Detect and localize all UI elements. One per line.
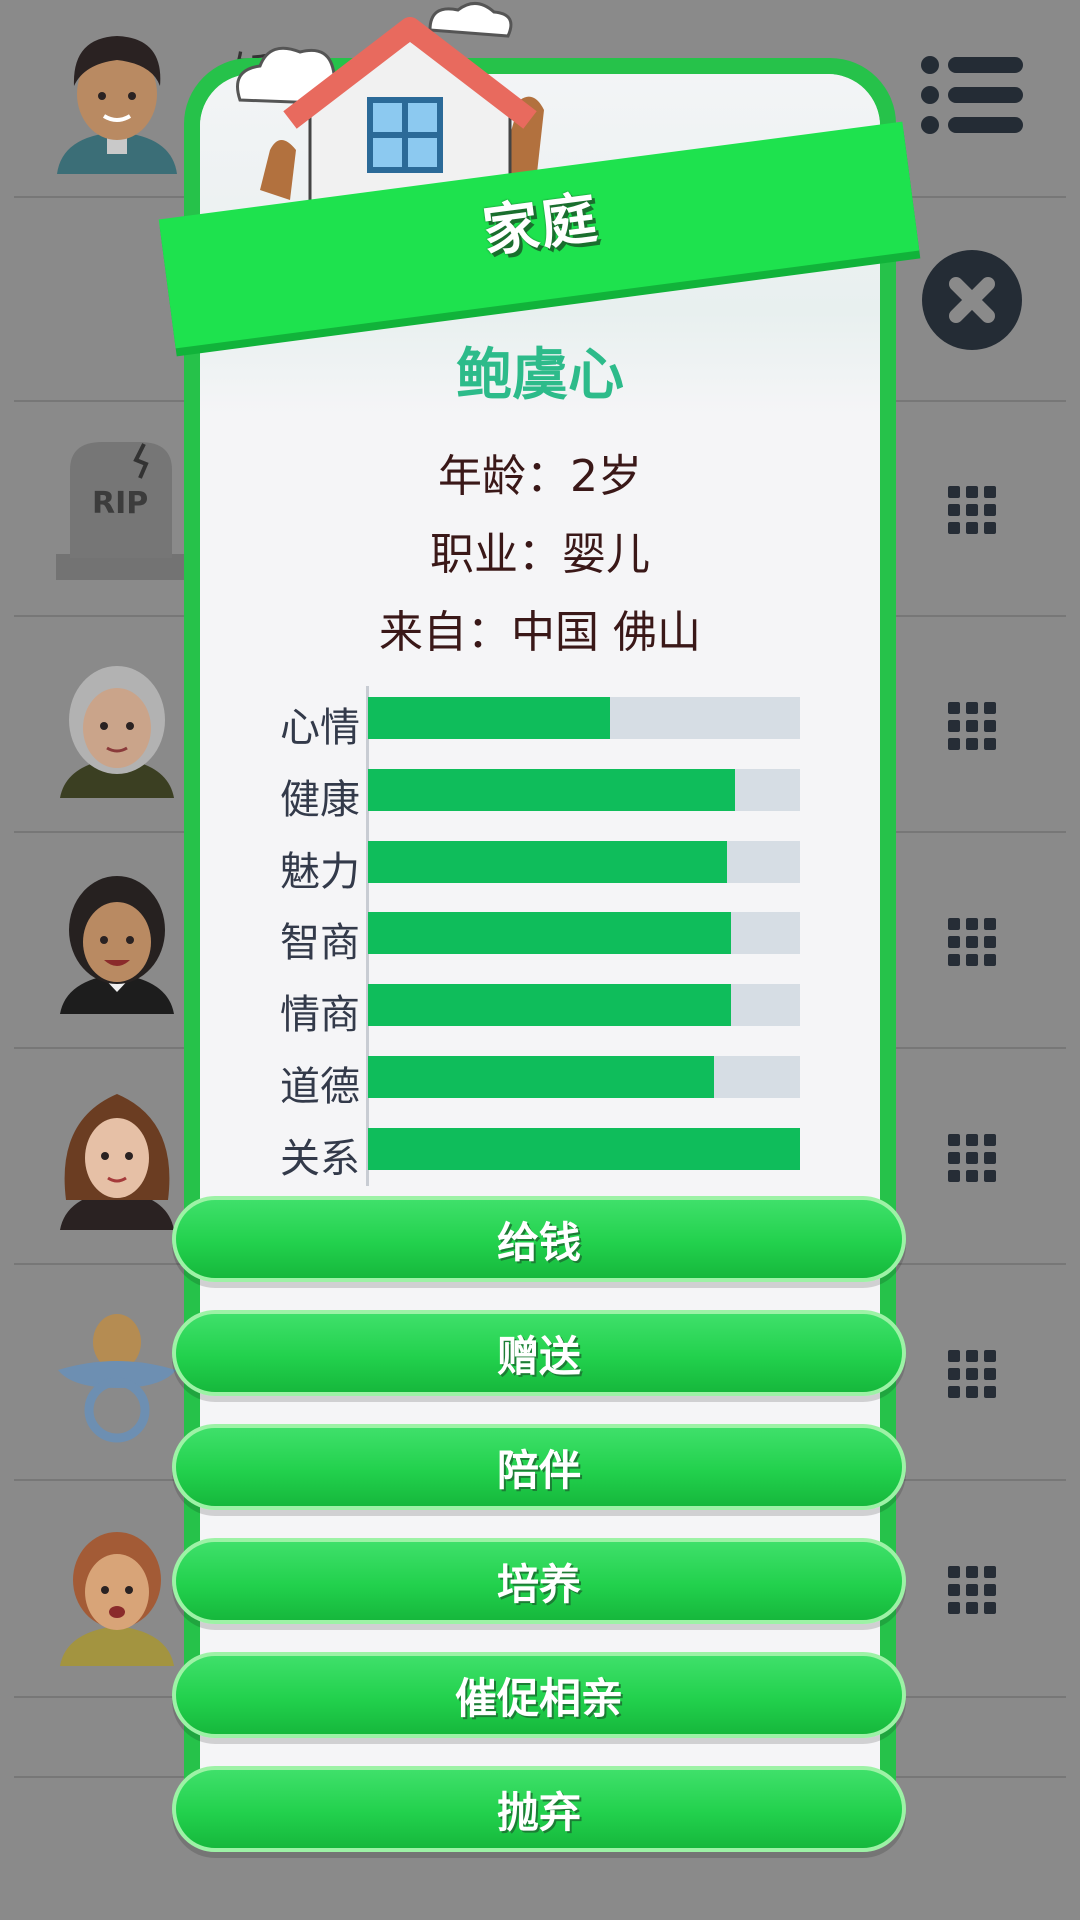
woman-avatar[interactable] <box>52 1080 182 1230</box>
origin-info: 来自：中国 佛山 <box>379 607 701 658</box>
action-button[interactable]: 催促相亲 <box>172 1652 906 1738</box>
stat-bar-fill <box>368 1127 800 1170</box>
stat-bar-track <box>368 840 800 883</box>
stat-bar-track <box>368 984 800 1027</box>
stat-label: 魅力 <box>280 848 360 895</box>
stat-bar-track <box>368 912 800 955</box>
close-button[interactable] <box>922 250 1022 350</box>
stat-bar-fill <box>368 912 731 955</box>
stat-label: 智商 <box>280 920 360 967</box>
stat-bar-track <box>368 1127 800 1170</box>
stat-label: 健康 <box>280 776 360 823</box>
grid-menu-icon[interactable] <box>948 486 998 536</box>
action-button-label: 催促相亲 <box>454 1673 623 1723</box>
action-button[interactable]: 赠送 <box>172 1310 906 1396</box>
action-button[interactable]: 培养 <box>172 1538 906 1624</box>
person-name: 鲍虞心 <box>456 343 624 408</box>
action-button-label: 抛弃 <box>496 1787 581 1837</box>
action-button-label: 给钱 <box>496 1217 581 1267</box>
grid-menu-icon[interactable] <box>948 1350 998 1400</box>
grid-menu-icon[interactable] <box>948 918 998 968</box>
stat-label: 关系 <box>280 1135 360 1182</box>
action-button[interactable]: 陪伴 <box>172 1424 906 1510</box>
grid-menu-icon[interactable] <box>948 1566 998 1616</box>
stat-bar-fill <box>368 1056 714 1098</box>
job-info: 职业：婴儿 <box>430 529 650 580</box>
stat-bar-fill <box>368 840 727 883</box>
age-info: 年龄：2岁 <box>438 451 642 502</box>
close-icon <box>949 277 995 323</box>
stat-bar-track <box>368 697 800 739</box>
stat-label: 道德 <box>280 1064 360 1110</box>
girl-avatar[interactable] <box>52 1516 182 1666</box>
action-button-label: 陪伴 <box>496 1445 581 1495</box>
grandmother-avatar[interactable] <box>52 648 182 798</box>
menu-icon[interactable] <box>920 55 1025 135</box>
stat-bar-track <box>368 1056 800 1098</box>
stat-bar-fill <box>368 984 731 1027</box>
grid-menu-icon[interactable] <box>948 1134 998 1184</box>
stat-bar-fill <box>368 768 736 811</box>
action-button[interactable]: 给钱 <box>172 1196 906 1282</box>
pacifier-icon[interactable] <box>52 1300 182 1450</box>
stat-bar-track <box>368 768 800 811</box>
action-button-label: 培养 <box>496 1559 581 1609</box>
stat-bar-fill <box>368 697 610 739</box>
grid-menu-icon[interactable] <box>948 702 998 752</box>
stat-label: 情商 <box>280 992 360 1039</box>
mother-avatar[interactable] <box>52 864 182 1014</box>
stat-label: 心情 <box>280 705 360 751</box>
father-avatar[interactable] <box>52 24 182 174</box>
action-button-label: 赠送 <box>496 1331 581 1381</box>
tombstone-label: RIP <box>92 486 149 521</box>
action-button[interactable]: 抛弃 <box>172 1766 906 1852</box>
